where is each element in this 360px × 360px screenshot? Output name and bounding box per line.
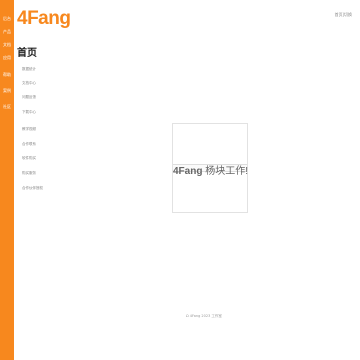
welcome-card: 4Fang 杨块工作! <box>172 123 248 213</box>
welcome-text: 4Fang 杨块工作! <box>173 162 249 177</box>
sidebar-item-9[interactable]: 合作伙伴授权 <box>22 186 43 191</box>
nav-item-3[interactable]: 文档 <box>0 42 14 47</box>
nav-item-5[interactable]: 帮助 <box>0 72 14 77</box>
welcome-message: 杨块工作! <box>202 166 249 177</box>
footer-copyright: Ω 4Fang 2023 工作室 <box>186 314 222 318</box>
nav-item-1[interactable]: 后台 <box>0 16 14 21</box>
sidebar-item-7[interactable]: 软件购买 <box>22 156 36 161</box>
sidebar-item-8[interactable]: 购买服务 <box>22 171 36 176</box>
sidebar-item-1[interactable]: 数据统计 <box>22 67 36 72</box>
sidebar-item-6[interactable]: 合作联系 <box>22 142 36 147</box>
nav-item-2[interactable]: 产品 <box>0 29 14 34</box>
welcome-brand: 4Fang <box>173 166 203 177</box>
top-right-links[interactable]: 首页|切换 <box>335 12 352 18</box>
sidebar-item-3[interactable]: 问题反馈 <box>22 95 36 100</box>
left-nav-bar: 后台 产品 文档 应用 帮助 案例 社区 <box>0 0 14 360</box>
card-bottom-panel <box>173 171 247 212</box>
nav-item-6[interactable]: 案例 <box>0 88 14 93</box>
sidebar-item-5[interactable]: 教学视频 <box>22 127 36 132</box>
sidebar-title: 首页 <box>17 48 37 59</box>
sidebar <box>14 40 62 360</box>
nav-item-4[interactable]: 应用 <box>0 55 14 60</box>
brand-logo[interactable]: 4Fang <box>17 8 71 30</box>
sidebar-item-4[interactable]: 下载中心 <box>22 110 36 115</box>
card-top-panel <box>173 124 247 165</box>
nav-item-7[interactable]: 社区 <box>0 104 14 109</box>
sidebar-item-2[interactable]: 文档中心 <box>22 81 36 86</box>
